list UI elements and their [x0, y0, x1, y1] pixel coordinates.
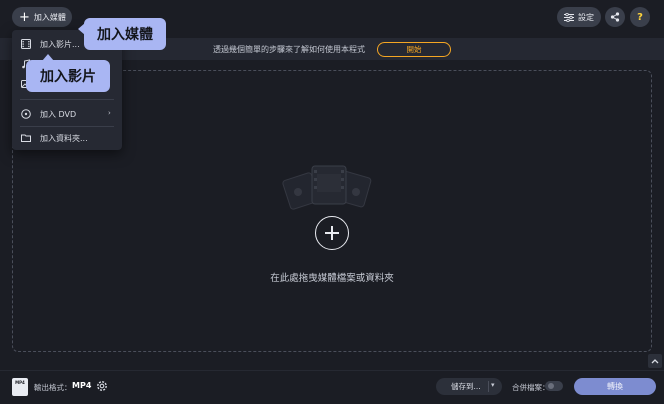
- share-button[interactable]: [605, 7, 625, 27]
- media-files-illustration: [282, 165, 372, 210]
- settings-button[interactable]: 設定: [557, 7, 601, 27]
- output-format-label: 輸出格式：: [34, 383, 72, 392]
- format-icon-text: MP4: [15, 380, 25, 385]
- plus-icon: [325, 226, 339, 240]
- film-icon: [21, 39, 31, 49]
- chevron-right-icon: ›: [108, 109, 111, 117]
- scroll-up-button[interactable]: [648, 354, 662, 368]
- help-icon: ?: [637, 11, 643, 23]
- output-format-icon[interactable]: MP4: [12, 378, 28, 396]
- tooltip-text: 加入媒體: [97, 27, 153, 43]
- gear-icon[interactable]: [95, 379, 109, 393]
- menu-item-label: 加入影片...: [40, 40, 80, 49]
- menu-item-add-dvd[interactable]: 加入 DVD ›: [12, 104, 122, 124]
- plus-icon: +: [19, 9, 30, 25]
- convert-label: 轉換: [607, 382, 623, 391]
- tooltip-tail: [78, 23, 85, 35]
- add-video-tooltip: 加入影片: [26, 54, 110, 92]
- add-media-tooltip: 加入媒體: [78, 18, 166, 50]
- dvd-icon: [21, 109, 31, 119]
- settings-label: 設定: [578, 12, 594, 22]
- sliders-icon: [564, 12, 574, 22]
- merge-files-toggle[interactable]: [545, 381, 563, 391]
- toggle-knob: [548, 383, 554, 389]
- chevron-down-icon[interactable]: ▾: [491, 381, 495, 389]
- folder-icon: [21, 134, 31, 142]
- add-files-button[interactable]: [315, 216, 349, 250]
- menu-item-label: 加入資料夾...: [40, 134, 88, 143]
- convert-button[interactable]: 轉換: [574, 378, 656, 395]
- tooltip-text: 加入影片: [40, 69, 96, 85]
- merge-files-label: 合併檔案：: [512, 383, 550, 392]
- add-media-button[interactable]: + 加入媒體: [12, 7, 72, 27]
- output-format-value[interactable]: MP4: [72, 381, 91, 390]
- divider: [488, 381, 489, 392]
- start-tour-button[interactable]: 開始: [377, 41, 451, 57]
- tooltip-tail: [42, 54, 54, 61]
- onboarding-message: 透過幾個簡單的步驟來了解如何使用本程式: [213, 44, 365, 54]
- save-to-label: 儲存到...: [451, 382, 481, 391]
- chevron-up-icon: [651, 359, 659, 364]
- menu-divider: [20, 126, 114, 127]
- menu-item-add-folder[interactable]: 加入資料夾...: [12, 128, 122, 148]
- save-to-button[interactable]: 儲存到... ▾: [436, 378, 502, 395]
- share-icon: [610, 12, 620, 22]
- menu-item-label: 加入 DVD: [40, 110, 77, 119]
- drop-zone-hint: 在此處拖曳媒體檔案或資料夾: [270, 273, 394, 284]
- add-media-label: 加入媒體: [33, 12, 66, 22]
- help-button[interactable]: ?: [630, 7, 650, 27]
- start-tour-label: 開始: [406, 44, 422, 54]
- menu-divider: [20, 99, 114, 100]
